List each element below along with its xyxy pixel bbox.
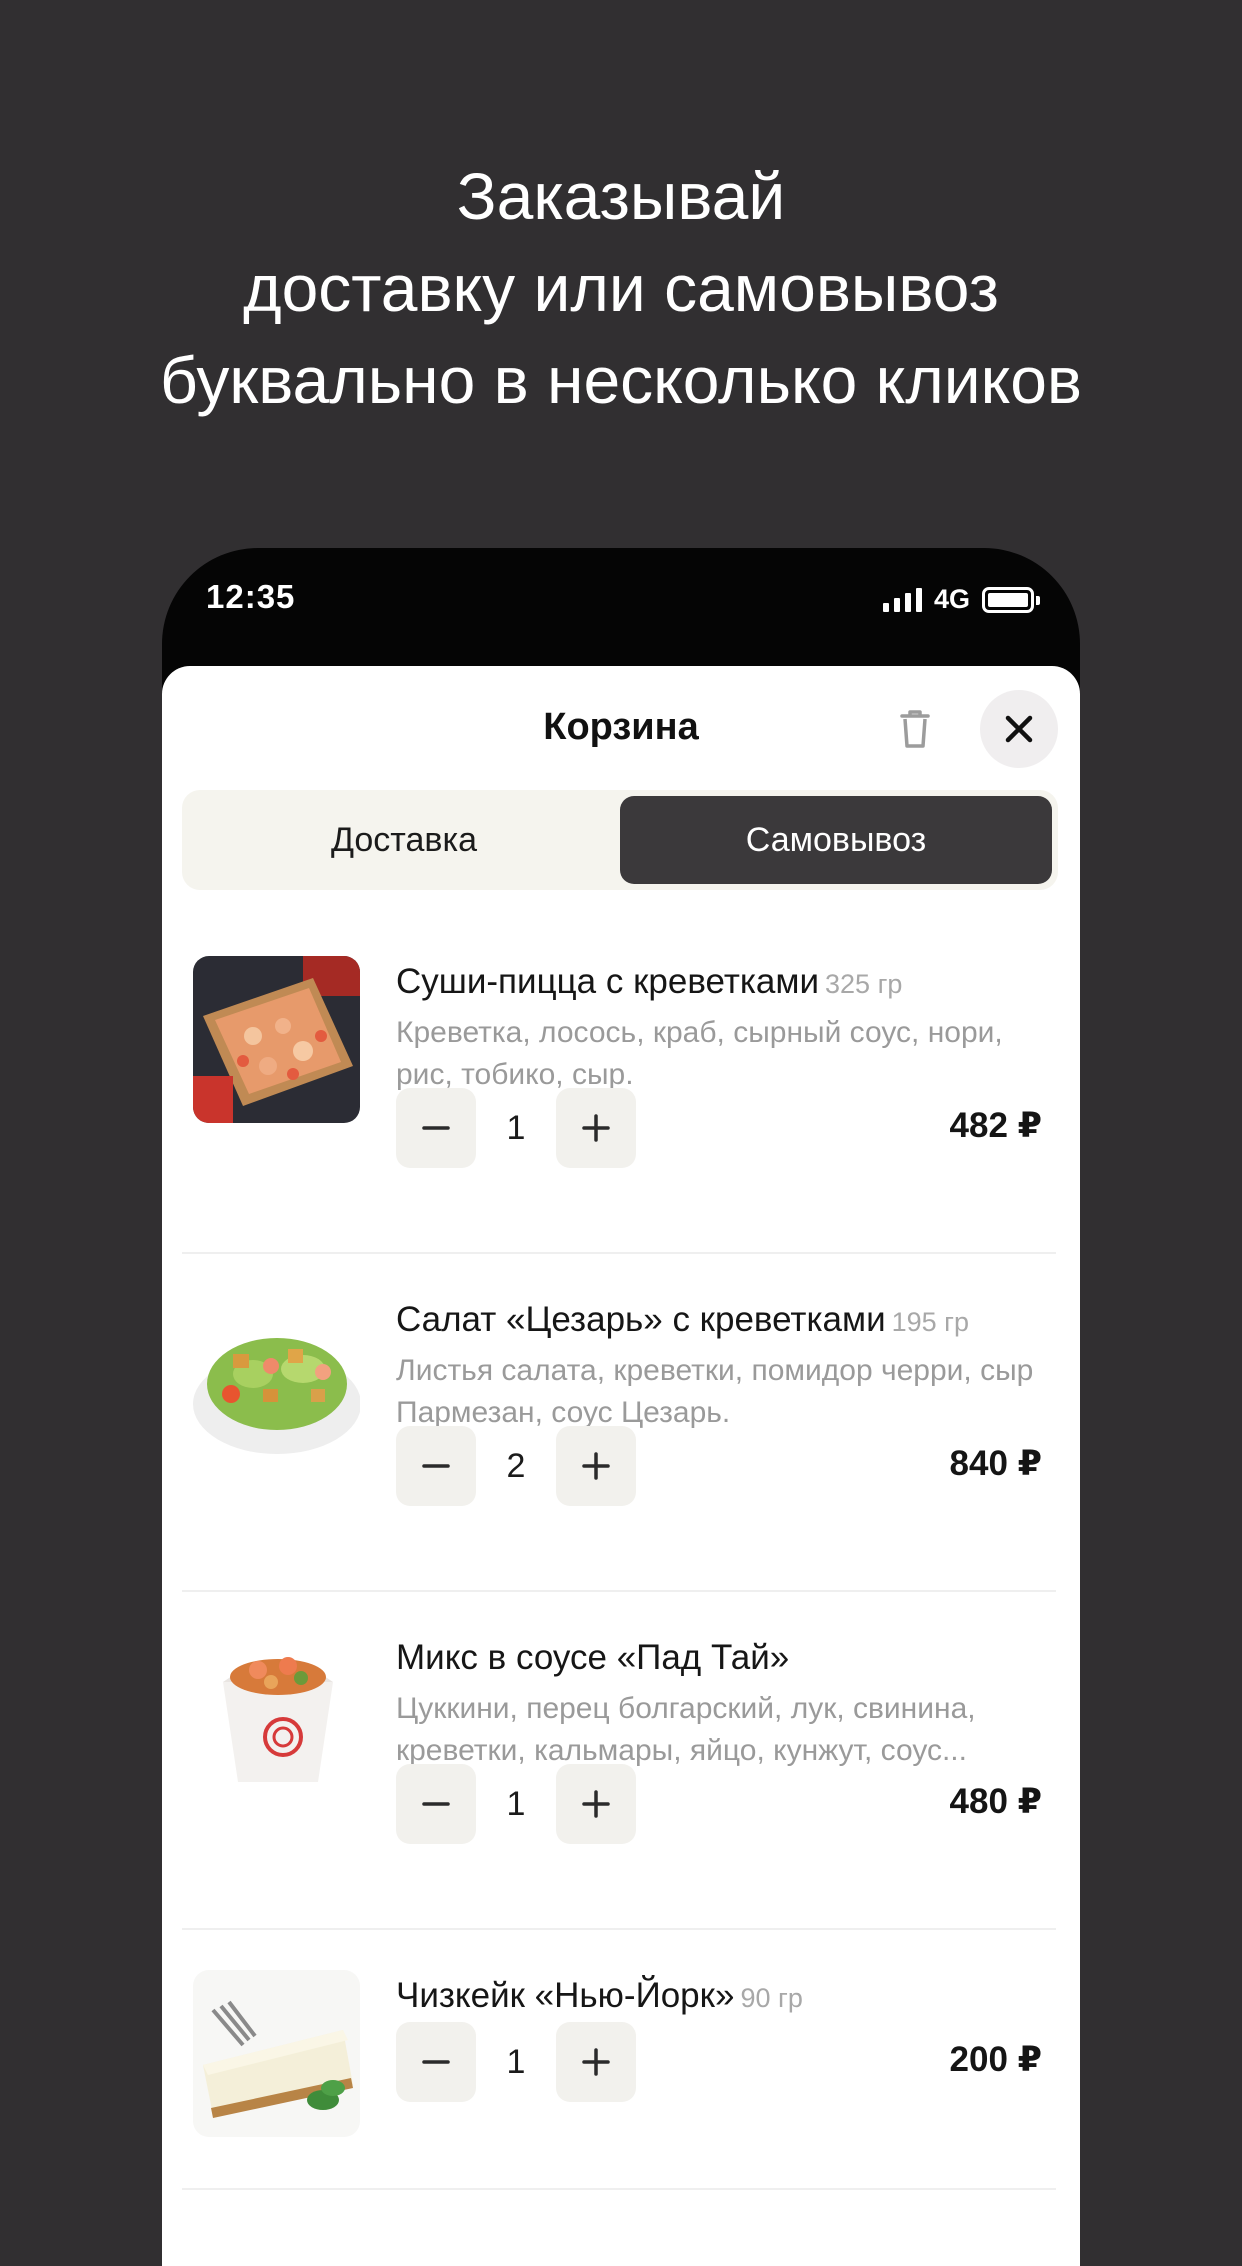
close-icon <box>1005 715 1033 743</box>
increase-button[interactable] <box>556 2022 636 2102</box>
increase-button[interactable] <box>556 1764 636 1844</box>
plus-icon <box>582 2048 610 2076</box>
quantity-value: 1 <box>506 2042 526 2081</box>
minus-icon <box>422 1464 450 1468</box>
headline-line-2: доставку или самовывоз <box>243 251 999 325</box>
tab-delivery[interactable]: Доставка <box>188 796 620 884</box>
status-time: 12:35 <box>206 578 296 615</box>
decrease-button[interactable] <box>396 1426 476 1506</box>
item-name: Чизкейк «Нью-Йорк» <box>396 1976 735 2015</box>
item-weight: 195 гр <box>891 1307 970 1337</box>
item-name: Суши-пицца с креветками <box>396 962 820 1001</box>
item-price: 480 ₽ <box>949 1782 1042 1821</box>
tab-pickup[interactable]: Самовывоз <box>620 796 1052 884</box>
item-name: Салат «Цезарь» с креветками <box>396 1300 886 1339</box>
divider <box>182 2188 1056 2190</box>
cart-item: Микс в соусе «Пад Тай» Цуккини, перец бо… <box>162 1592 1080 1930</box>
item-description: Листья салата, креветки, помидор черри, … <box>396 1354 1034 1429</box>
battery-icon <box>982 586 1040 613</box>
cart-header: Корзина <box>162 666 1080 790</box>
item-title: Микс в соусе «Пад Тай» <box>396 1636 1050 1682</box>
cart-item: Салат «Цезарь» с креветками 195 гр Листья… <box>162 1254 1080 1592</box>
decrease-button[interactable] <box>396 2022 476 2102</box>
cheesecake-image[interactable] <box>193 1970 360 2137</box>
item-description: Креветка, лосось, краб, сырный соус, нор… <box>396 1016 1003 1091</box>
quantity-value: 1 <box>506 1108 526 1147</box>
plus-icon <box>582 1114 610 1142</box>
minus-icon <box>422 1802 450 1806</box>
decrease-button[interactable] <box>396 1764 476 1844</box>
caesar-salad-image[interactable] <box>193 1294 360 1461</box>
quantity-stepper: 1 <box>396 2022 636 2102</box>
decrease-button[interactable] <box>396 1088 476 1168</box>
minus-icon <box>422 2060 450 2064</box>
item-title: Салат «Цезарь» с креветками 195 гр <box>396 1298 1050 1344</box>
quantity-stepper: 2 <box>396 1426 636 1506</box>
quantity-value: 2 <box>506 1446 526 1485</box>
headline-line-1: Заказывай <box>456 159 786 233</box>
delivery-mode-switch: Доставка Самовывоз <box>182 790 1058 890</box>
item-description: Цуккини, перец болгарский, лук, свинина,… <box>396 1692 976 1767</box>
item-price: 200 ₽ <box>949 2040 1042 2079</box>
increase-button[interactable] <box>556 1426 636 1506</box>
trash-icon <box>900 710 930 748</box>
sushi-pizza-image[interactable] <box>193 956 360 1123</box>
clear-cart-button[interactable] <box>888 702 942 756</box>
item-price: 482 ₽ <box>949 1106 1042 1145</box>
network-type: 4G <box>933 584 970 614</box>
close-button[interactable] <box>980 690 1058 768</box>
cart-items-list: Суши-пицца с креветками 325 гр Креветка, … <box>162 916 1080 2190</box>
plus-icon <box>582 1790 610 1818</box>
quantity-stepper: 1 <box>396 1088 636 1168</box>
item-price: 840 ₽ <box>949 1444 1042 1483</box>
phone-frame: 12:35 4G Корзина Доставка Самовывоз Суши… <box>162 548 1080 2266</box>
item-weight: 325 гр <box>825 969 903 999</box>
cart-title: Корзина <box>543 706 699 748</box>
status-bar: 12:35 4G <box>162 548 1080 668</box>
item-title: Чизкейк «Нью-Йорк» 90 гр <box>396 1974 1050 2020</box>
status-indicators: 4G <box>882 584 1040 615</box>
minus-icon <box>422 1126 450 1130</box>
signal-icon <box>882 587 922 612</box>
cart-item: Суши-пицца с креветками 325 гр Креветка, … <box>162 916 1080 1254</box>
headline-line-3: буквально в несколько кликов <box>159 343 1082 417</box>
increase-button[interactable] <box>556 1088 636 1168</box>
item-weight: 90 гр <box>740 1983 803 2013</box>
plus-icon <box>582 1452 610 1480</box>
pad-thai-box-image[interactable] <box>193 1632 360 1799</box>
item-title: Суши-пицца с креветками 325 гр <box>396 960 1050 1006</box>
quantity-value: 1 <box>506 1784 526 1823</box>
quantity-stepper: 1 <box>396 1764 636 1844</box>
cart-sheet: Корзина Доставка Самовывоз Суши-пицца с … <box>162 666 1080 2266</box>
item-name: Микс в соусе «Пад Тай» <box>396 1638 790 1677</box>
cart-item: Чизкейк «Нью-Йорк» 90 гр 1 200 ₽ <box>162 1930 1080 2190</box>
promo-headline: Заказывай доставку или самовывоз букваль… <box>0 150 1242 426</box>
